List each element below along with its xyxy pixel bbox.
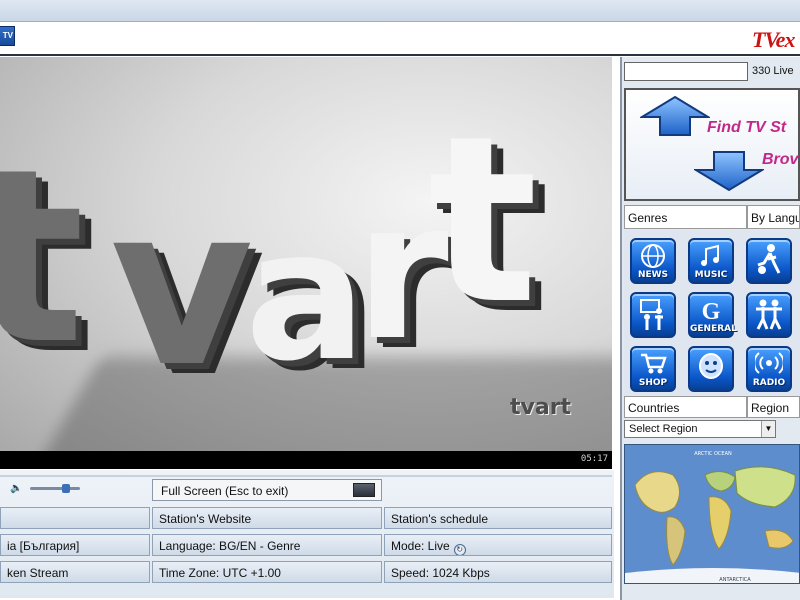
fullscreen-label: Full Screen (Esc to exit) [161, 484, 289, 498]
genre-shop[interactable]: SHOP [630, 346, 676, 392]
map-label-arctic: ARCTIC OCEAN [694, 451, 732, 457]
kids-icon [699, 353, 723, 379]
station-website-link[interactable]: Station's Website [152, 507, 382, 529]
genre-dance[interactable] [746, 292, 792, 338]
seek-bar[interactable] [0, 475, 612, 477]
genre-label: GENERAL [690, 324, 737, 334]
genre-label: MUSIC [694, 270, 728, 280]
video-letter-a: a [245, 192, 367, 401]
video-letter-t2: t [428, 88, 538, 355]
svg-text:G: G [702, 299, 721, 323]
volume-slider[interactable] [30, 487, 80, 490]
genre-radio[interactable]: RADIO [746, 346, 792, 392]
dance-icon [756, 299, 782, 330]
stream-info[interactable]: ken Stream [0, 561, 150, 583]
world-map[interactable]: ARCTIC OCEAN ANTARCTICA [624, 444, 800, 584]
search-input[interactable] [624, 62, 748, 81]
mode-label: Mode: Live [391, 539, 450, 553]
blank-cell [0, 507, 150, 529]
station-schedule-link[interactable]: Station's schedule [384, 507, 612, 529]
region-select-value: Select Region [629, 423, 698, 435]
refresh-icon[interactable]: ↻ [453, 544, 466, 555]
general-icon: G [702, 299, 721, 323]
chevron-down-icon[interactable]: ▼ [761, 421, 775, 437]
world-map-image: ARCTIC OCEAN ANTARCTICA [625, 445, 799, 583]
music-icon [701, 244, 719, 266]
genre-music[interactable]: MUSIC [688, 238, 734, 284]
timezone-info: Time Zone: UTC +1.00 [152, 561, 382, 583]
genre-sports[interactable] [746, 238, 792, 284]
video-letter-t1: t [0, 117, 85, 397]
genre-news[interactable]: NEWS [630, 238, 676, 284]
volume-knob[interactable] [62, 484, 70, 493]
tab-countries[interactable]: Countries [624, 396, 747, 418]
video-player[interactable]: t v a r t tvart [0, 57, 612, 469]
tab-by-language[interactable]: By Langu [747, 205, 800, 229]
genre-general[interactable]: G GENERAL [688, 292, 737, 338]
genre-label: NEWS [637, 270, 669, 280]
country-info: ia [България] [0, 534, 150, 556]
screen-icon [353, 483, 375, 497]
cart-icon [641, 353, 667, 374]
timecode: 05:17 [580, 454, 608, 464]
genre-label: RADIO [752, 378, 786, 388]
region-select[interactable]: Select Region ▼ [624, 420, 776, 438]
find-tv-text[interactable]: Find TV St [707, 119, 786, 137]
tab-region[interactable]: Region [747, 396, 800, 418]
app-header [0, 22, 800, 56]
video-status-bar: 05:17 [0, 451, 612, 469]
tab-genres[interactable]: Genres [624, 205, 747, 229]
mode-info: Mode: Live ↻ [384, 534, 612, 556]
channel-watermark: tvart [510, 395, 572, 420]
speaker-icon[interactable]: 🔈 [10, 483, 22, 494]
brand-logo: TVex [752, 27, 795, 52]
radio-icon [755, 352, 783, 374]
map-label-antarctica: ANTARCTICA [719, 577, 751, 583]
language-info: Language: BG/EN - Genre [152, 534, 382, 556]
browse-text[interactable]: Brov [762, 151, 798, 169]
fullscreen-button[interactable]: Full Screen (Esc to exit) [152, 479, 382, 501]
genre-label: SHOP [638, 378, 668, 388]
app-logo-icon[interactable]: TV [0, 26, 15, 46]
globe-icon [641, 244, 665, 268]
arrow-down-icon[interactable] [694, 150, 764, 192]
live-count: 330 Live [752, 65, 794, 77]
genre-kids[interactable] [688, 346, 734, 392]
genre-education[interactable] [630, 292, 676, 338]
education-icon [640, 299, 663, 330]
window-title-bar [0, 0, 800, 22]
video-letter-v: v [110, 159, 254, 415]
sports-icon [757, 244, 781, 274]
speed-info: Speed: 1024 Kbps [384, 561, 612, 583]
arrow-up-icon[interactable] [640, 95, 710, 137]
